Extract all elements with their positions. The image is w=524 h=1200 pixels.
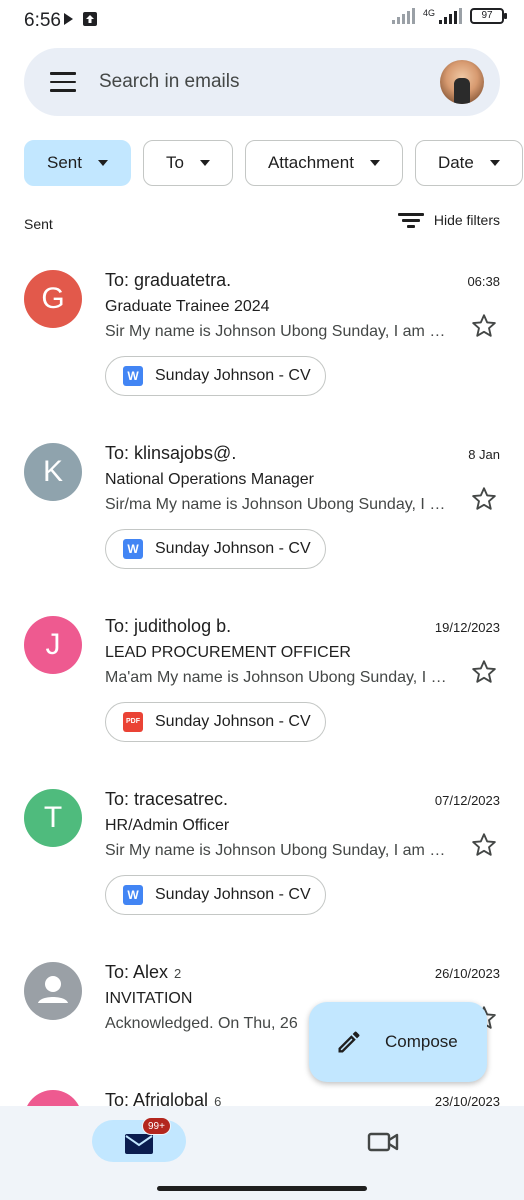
attachment-chip[interactable]: W Sunday Johnson - CV — [105, 529, 326, 569]
battery-level: 97 — [481, 10, 493, 21]
unread-badge: 99+ — [142, 1117, 171, 1135]
email-list-item[interactable]: K To: klinsajobs@. 8 Jan National Operat… — [0, 443, 524, 583]
email-recipient: To: juditholog b. — [105, 616, 232, 636]
email-list-item[interactable]: T To: tracesatrec. 07/12/2023 HR/Admin O… — [0, 789, 524, 929]
sender-avatar: T — [24, 789, 82, 847]
sender-avatar: K — [24, 443, 82, 501]
hide-filters-button[interactable]: Hide filters — [397, 210, 500, 230]
email-list-item[interactable]: G To: graduatetra. 06:38 Graduate Traine… — [0, 270, 524, 410]
bottom-navigation: 99+ — [0, 1106, 524, 1200]
chevron-down-icon — [489, 160, 500, 166]
email-recipient: To: tracesatrec. — [105, 789, 229, 809]
chevron-down-icon — [97, 160, 108, 166]
account-avatar[interactable] — [440, 60, 484, 104]
menu-icon[interactable] — [50, 72, 76, 92]
chevron-down-icon — [369, 160, 380, 166]
star-icon[interactable] — [470, 312, 498, 340]
filter-chips: Sent To Attachment Date — [24, 140, 523, 186]
email-recipient: To: Alex 2 — [105, 962, 181, 983]
email-subject: LEAD PROCUREMENT OFFICER — [105, 644, 351, 661]
filter-chip-date[interactable]: Date — [414, 140, 523, 186]
chip-label: Date — [437, 153, 474, 172]
email-date: 26/10/2023 — [434, 966, 500, 981]
person-icon — [38, 976, 68, 1003]
sender-avatar — [24, 962, 82, 1020]
status-system-icons: 4G 97 — [391, 8, 507, 24]
network-type: 4G — [422, 8, 435, 18]
email-date: 19/12/2023 — [434, 620, 500, 635]
word-doc-icon: W — [123, 366, 143, 386]
word-doc-icon: W — [123, 539, 143, 559]
compose-label: Compose — [385, 1032, 458, 1051]
chevron-down-icon — [199, 160, 210, 166]
email-recipient: To: graduatetra. — [105, 270, 232, 290]
battery-icon: 97 — [470, 8, 507, 24]
pdf-icon: PDF — [123, 712, 143, 732]
chip-label: Sent — [47, 153, 82, 172]
email-snippet: Sir My name is Johnson Ubong Sunday, I a… — [105, 323, 453, 340]
attachment-name: Sunday Johnson - CV — [155, 540, 311, 557]
mail-icon — [125, 1134, 153, 1154]
attachment-chip[interactable]: W Sunday Johnson - CV — [105, 875, 326, 915]
compose-button[interactable]: Compose — [309, 1002, 487, 1082]
pencil-icon — [338, 1031, 360, 1053]
search-input[interactable]: Search in emails — [99, 71, 239, 93]
attachment-name: Sunday Johnson - CV — [155, 886, 311, 903]
play-icon — [64, 13, 73, 25]
attachment-name: Sunday Johnson - CV — [155, 367, 311, 384]
email-snippet: Ma'am My name is Johnson Ubong Sunday, I… — [105, 669, 453, 686]
email-snippet: Sir My name is Johnson Ubong Sunday, I a… — [105, 842, 453, 859]
sender-avatar: J — [24, 616, 82, 674]
filter-chip-attachment[interactable]: Attachment — [244, 140, 403, 186]
email-date: 8 Jan — [468, 447, 500, 462]
status-notification-icons — [62, 11, 98, 27]
nav-mail-tab[interactable]: 99+ — [92, 1117, 186, 1162]
word-doc-icon: W — [123, 885, 143, 905]
filter-list-icon — [397, 210, 424, 230]
email-snippet: Sir/ma My name is Johnson Ubong Sunday, … — [105, 496, 453, 513]
email-list-item[interactable]: J To: juditholog b. 19/12/2023 LEAD PROC… — [0, 616, 524, 756]
star-icon[interactable] — [470, 831, 498, 859]
sender-avatar: G — [24, 270, 82, 328]
email-date: 07/12/2023 — [434, 793, 500, 808]
hide-filters-label: Hide filters — [433, 212, 500, 228]
status-time: 6:56 — [24, 10, 61, 31]
attachment-chip[interactable]: PDF Sunday Johnson - CV — [105, 702, 326, 742]
email-date: 06:38 — [467, 274, 500, 289]
email-subject: INVITATION — [105, 990, 193, 1007]
email-list-item[interactable]: To: Afriglobal 6 23/10/2023 — [0, 1090, 524, 1148]
star-icon[interactable] — [470, 658, 498, 686]
filter-chip-to[interactable]: To — [142, 140, 233, 186]
upload-icon — [83, 12, 97, 26]
star-icon[interactable] — [470, 485, 498, 513]
attachment-name: Sunday Johnson - CV — [155, 713, 311, 730]
email-subject: Graduate Trainee 2024 — [105, 298, 270, 315]
signal-icon — [391, 8, 415, 24]
section-label: Sent — [24, 216, 53, 232]
recipient-name: To: Alex — [105, 962, 169, 982]
thread-count: 2 — [174, 966, 182, 981]
signal-icon-2 — [439, 8, 462, 24]
home-indicator[interactable] — [157, 1186, 367, 1191]
email-subject: National Operations Manager — [105, 471, 315, 488]
filter-chip-sent[interactable]: Sent — [24, 140, 131, 186]
email-subject: HR/Admin Officer — [105, 817, 230, 834]
chip-label: To — [165, 153, 184, 172]
chip-label: Attachment — [267, 153, 354, 172]
search-bar[interactable]: Search in emails — [24, 48, 500, 116]
attachment-chip[interactable]: W Sunday Johnson - CV — [105, 356, 326, 396]
video-camera-icon[interactable] — [366, 1128, 400, 1156]
email-recipient: To: klinsajobs@. — [105, 443, 237, 463]
status-bar: 6:56 4G 97 — [0, 0, 524, 40]
